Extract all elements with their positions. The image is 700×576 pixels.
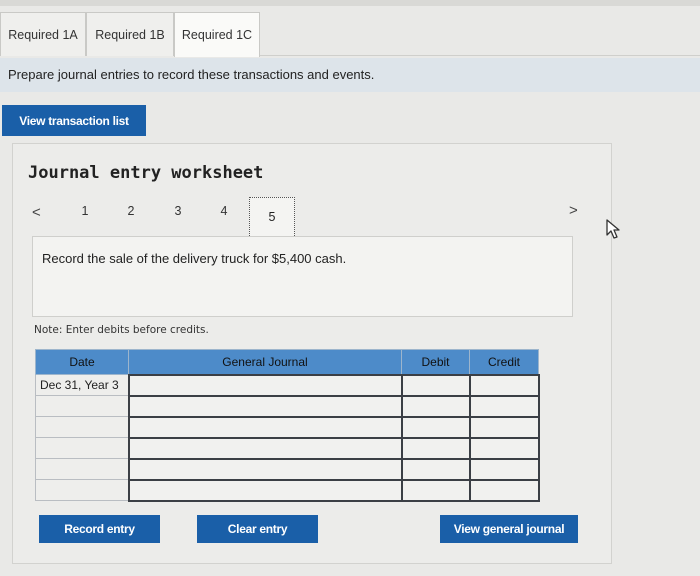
tab-required-1c[interactable]: Required 1C	[174, 12, 260, 57]
table-row: Dec 31, Year 3	[35, 373, 540, 397]
top-bar	[0, 0, 700, 6]
date-column-header: Date	[35, 349, 129, 375]
journal-entry-table: Date General Journal Debit Credit Dec 31…	[35, 349, 540, 502]
table-row	[35, 478, 540, 502]
mouse-cursor-icon	[606, 219, 620, 239]
page-link-5-current[interactable]: 5	[249, 197, 295, 238]
credit-input[interactable]	[468, 457, 540, 481]
next-page-chevron-icon[interactable]: >	[569, 202, 578, 219]
view-general-journal-button[interactable]: View general journal	[440, 515, 578, 543]
prev-page-chevron-icon[interactable]: <	[32, 204, 41, 221]
date-cell[interactable]	[35, 395, 129, 417]
table-row	[35, 436, 540, 460]
credit-input[interactable]	[468, 415, 540, 439]
account-input[interactable]	[127, 478, 403, 502]
credit-input[interactable]	[468, 394, 540, 418]
account-input[interactable]	[127, 394, 403, 418]
date-cell[interactable]	[35, 479, 129, 501]
debit-input[interactable]	[400, 373, 471, 397]
table-row	[35, 394, 540, 418]
page-link-2[interactable]: 2	[124, 204, 138, 218]
date-cell[interactable]	[35, 437, 129, 459]
account-input[interactable]	[127, 415, 403, 439]
credit-input[interactable]	[468, 436, 540, 460]
tab-bar: Required 1A Required 1B Required 1C	[0, 12, 700, 57]
general-journal-column-header: General Journal	[128, 349, 402, 375]
table-header-row: Date General Journal Debit Credit	[35, 349, 539, 375]
account-input[interactable]	[127, 373, 403, 397]
record-entry-button[interactable]: Record entry	[39, 515, 160, 543]
debit-input[interactable]	[400, 394, 471, 418]
debit-input[interactable]	[400, 436, 471, 460]
date-cell[interactable]: Dec 31, Year 3	[35, 374, 129, 396]
date-cell[interactable]	[35, 416, 129, 438]
view-transaction-list-button[interactable]: View transaction list	[2, 105, 146, 136]
instruction-text: Prepare journal entries to record these …	[0, 58, 700, 92]
credit-input[interactable]	[468, 478, 540, 502]
page-link-4[interactable]: 4	[217, 204, 231, 218]
debit-input[interactable]	[400, 478, 471, 502]
debit-credit-note: Note: Enter debits before credits.	[34, 324, 209, 336]
debit-input[interactable]	[400, 415, 471, 439]
table-row	[35, 457, 540, 481]
transaction-description: Record the sale of the delivery truck fo…	[42, 251, 347, 266]
debit-input[interactable]	[400, 457, 471, 481]
clear-entry-button[interactable]: Clear entry	[197, 515, 318, 543]
account-input[interactable]	[127, 436, 403, 460]
worksheet-title: Journal entry worksheet	[28, 163, 264, 183]
page-link-1[interactable]: 1	[78, 204, 92, 218]
page-link-3[interactable]: 3	[171, 204, 185, 218]
debit-column-header: Debit	[401, 349, 470, 375]
transaction-description-box	[32, 236, 573, 317]
table-row	[35, 415, 540, 439]
tab-required-1b[interactable]: Required 1B	[86, 12, 174, 56]
account-input[interactable]	[127, 457, 403, 481]
credit-input[interactable]	[468, 373, 540, 397]
credit-column-header: Credit	[469, 349, 539, 375]
tab-required-1a[interactable]: Required 1A	[0, 12, 86, 56]
date-cell[interactable]	[35, 458, 129, 480]
